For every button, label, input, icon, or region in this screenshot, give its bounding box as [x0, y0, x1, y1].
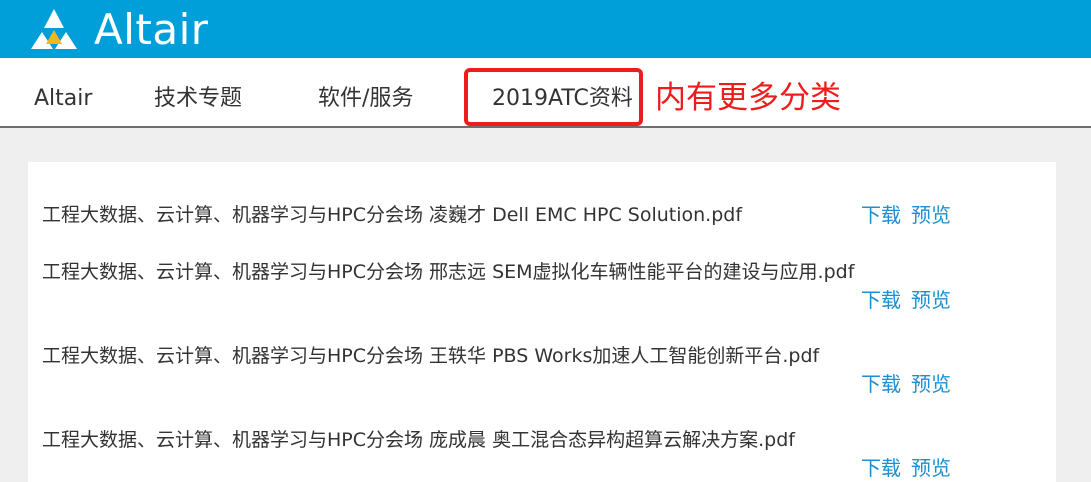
brand-name[interactable]: Altair	[94, 5, 209, 55]
annotation-text: 内有更多分类	[655, 80, 841, 116]
download-link[interactable]: 下载	[861, 288, 901, 312]
altair-logo-icon[interactable]	[28, 6, 80, 52]
document-list: 工程大数据、云计算、机器学习与HPC分会场 凌巍才 Dell EMC HPC S…	[28, 162, 1056, 482]
document-actions: 下载 预览	[861, 370, 961, 398]
document-actions: 下载 预览	[861, 201, 961, 229]
main-nav: Altair 技术专题 软件/服务 2019ATC资料 内有更多分类	[0, 58, 1091, 128]
site-header: Altair	[0, 0, 1091, 58]
preview-link[interactable]: 预览	[911, 203, 951, 227]
document-actions: 下载 预览	[861, 286, 961, 314]
download-link[interactable]: 下载	[861, 372, 901, 396]
document-title: 工程大数据、云计算、机器学习与HPC分会场 王轶华 PBS Works加速人工智…	[42, 345, 820, 367]
preview-link[interactable]: 预览	[911, 288, 951, 312]
nav-item-altair[interactable]: Altair	[34, 84, 92, 114]
download-link[interactable]: 下载	[861, 203, 901, 227]
document-title: 工程大数据、云计算、机器学习与HPC分会场 凌巍才 Dell EMC HPC S…	[42, 204, 743, 226]
nav-item-software-services[interactable]: 软件/服务	[318, 84, 413, 114]
preview-link[interactable]: 预览	[911, 372, 951, 396]
document-actions: 下载 预览	[861, 454, 961, 482]
document-title: 工程大数据、云计算、机器学习与HPC分会场 庞成晨 奥工混合态异构超算云解决方案…	[42, 429, 795, 451]
nav-item-tech-topics[interactable]: 技术专题	[154, 84, 242, 114]
document-title: 工程大数据、云计算、机器学习与HPC分会场 邢志远 SEM虚拟化车辆性能平台的建…	[42, 261, 855, 283]
highlight-box	[464, 68, 643, 126]
